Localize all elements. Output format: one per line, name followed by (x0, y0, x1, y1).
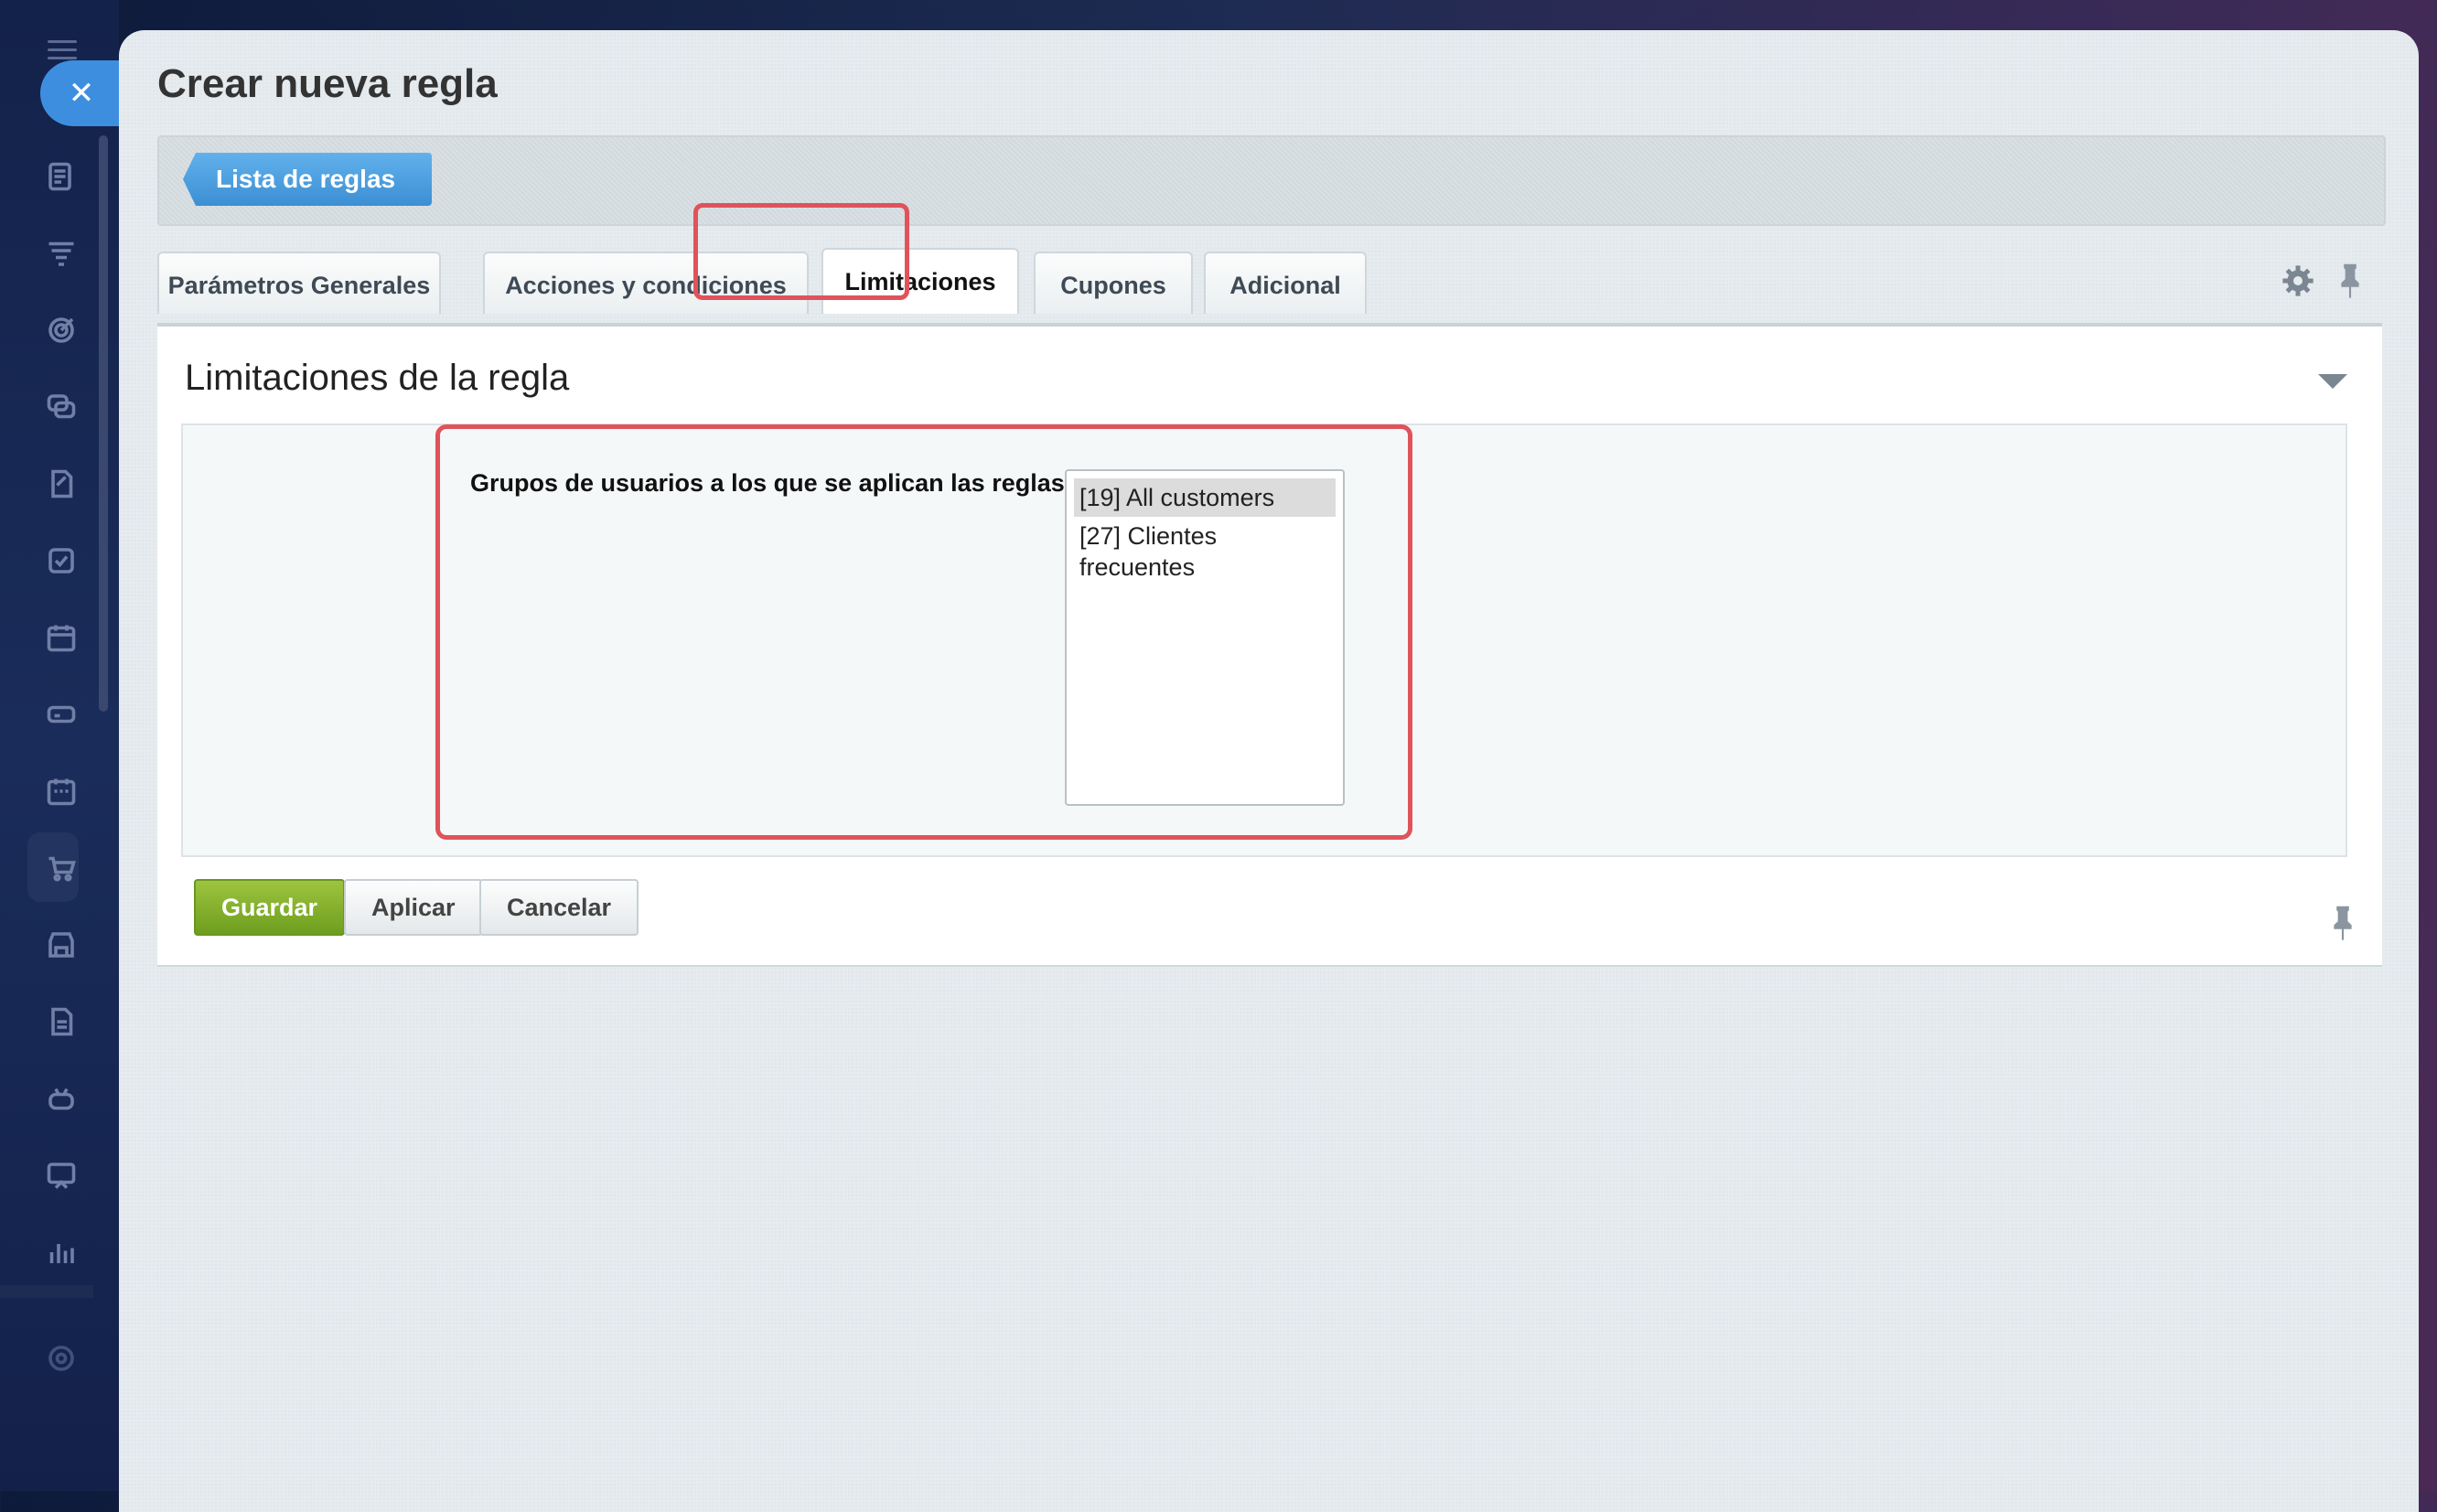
sidebar-item-feed-icon[interactable] (42, 157, 81, 196)
pin-icon[interactable] (2329, 905, 2356, 941)
apply-button[interactable]: Aplicar (344, 879, 483, 936)
sidebar-item-target-icon[interactable] (42, 311, 81, 349)
sidebar-item-chat-icon[interactable] (42, 388, 81, 426)
close-icon: ✕ (68, 76, 95, 111)
section-title: Limitaciones de la regla (185, 358, 570, 398)
sidebar-item-tasks-icon[interactable] (42, 542, 81, 580)
tab-highlight-box (693, 203, 909, 300)
tab-general-parameters[interactable]: Parámetros Generales (157, 252, 441, 314)
breadcrumb: Lista de reglas (157, 135, 2386, 226)
sidebar-item-drive-icon[interactable] (42, 695, 81, 734)
gear-icon[interactable] (2280, 263, 2316, 299)
collapse-icon[interactable] (2318, 374, 2347, 389)
sidebar-divider (0, 1285, 93, 1298)
sidebar-item-robot-icon[interactable] (42, 1079, 81, 1118)
sidebar-item-document-edit-icon[interactable] (42, 465, 81, 503)
pin-icon[interactable] (2336, 263, 2364, 299)
sidebar-item-store-icon[interactable] (42, 926, 81, 964)
sidebar-item-shop-cart-icon[interactable] (42, 849, 81, 887)
cancel-button[interactable]: Cancelar (479, 879, 639, 936)
sidebar-scrollbar[interactable] (99, 135, 108, 712)
hamburger-icon[interactable] (48, 40, 77, 59)
sidebar-item-crm-icon[interactable] (42, 234, 81, 273)
close-slider-button[interactable]: ✕ (40, 60, 123, 126)
sidebar-item-analytics-icon[interactable] (42, 1233, 81, 1271)
tab-coupons[interactable]: Cupones (1034, 252, 1193, 314)
sidebar-item-file-icon[interactable] (42, 1003, 81, 1041)
back-to-rule-list-button[interactable]: Lista de reglas (183, 153, 433, 206)
sidebar-item-schedule-icon[interactable] (42, 772, 81, 810)
sidebar-item-calendar-icon[interactable] (42, 618, 81, 657)
left-sidebar (0, 0, 119, 1491)
tab-additional[interactable]: Adicional (1204, 252, 1367, 314)
save-button[interactable]: Guardar (194, 879, 346, 936)
sidebar-item-presentation-icon[interactable] (42, 1156, 81, 1195)
page-title: Crear nueva regla (157, 61, 498, 106)
sidebar-settings-icon[interactable] (42, 1339, 81, 1378)
form-highlight-box (435, 424, 1412, 840)
